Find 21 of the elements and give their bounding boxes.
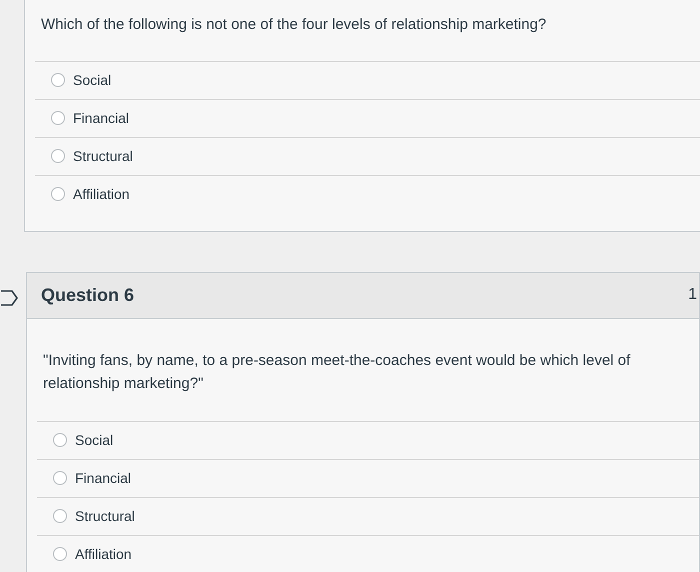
answer-option: Social [75, 430, 114, 450]
answer-option: Structural [75, 506, 135, 526]
radio-button[interactable] [51, 73, 65, 87]
radio-button[interactable] [51, 149, 65, 163]
question-text: "Inviting fans, by name, to a pre-season meet-the-coaches event would be which level of relationship marketing?" [42, 350, 632, 394]
question-text: Which of the following is not one of the four levels of relationship marketing? [40, 15, 548, 35]
answer-option: Financial [73, 108, 130, 128]
radio-button[interactable] [53, 547, 67, 561]
answer-option: Affiliation [73, 184, 130, 204]
question-title: Question 6 [41, 284, 134, 306]
points-text: 1 [688, 285, 697, 305]
answer-option: Financial [75, 468, 132, 488]
radio-button[interactable] [53, 509, 67, 523]
answer-option: Structural [73, 146, 133, 166]
answer-option: Affiliation [75, 544, 132, 564]
radio-button[interactable] [53, 471, 67, 485]
radio-button[interactable] [53, 433, 67, 447]
radio-button[interactable] [51, 187, 65, 201]
flag-icon[interactable] [0, 290, 18, 306]
answer-option: Social [73, 70, 112, 90]
radio-button[interactable] [51, 111, 65, 125]
